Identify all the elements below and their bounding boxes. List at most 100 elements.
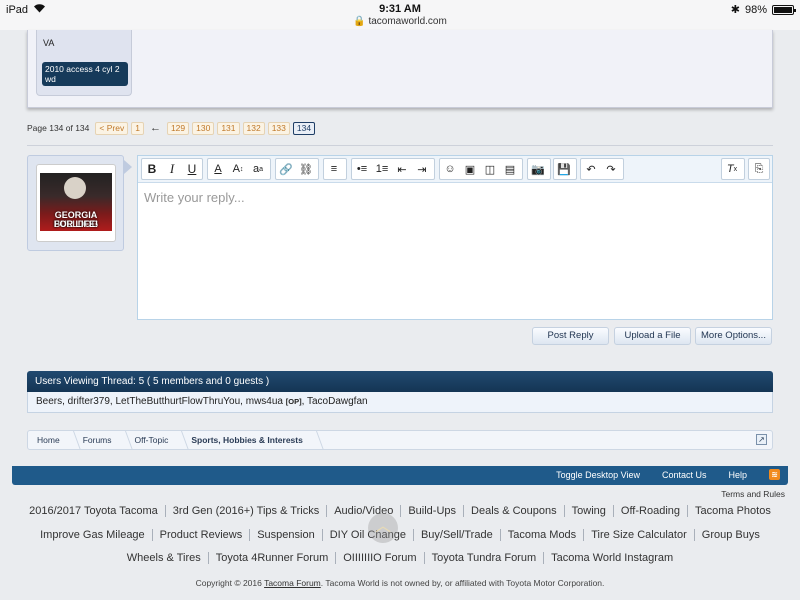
page-link[interactable]: 132 <box>242 121 265 135</box>
clock: 9:31 AM <box>379 3 421 15</box>
font-family-icon[interactable]: aa <box>248 159 268 179</box>
viewer-names[interactable]: Beers, drifter379, LetTheButthurtFlowThr… <box>36 396 283 407</box>
bluetooth-icon: ✱ <box>730 4 740 16</box>
upload-file-button[interactable]: Upload a File <box>614 327 691 345</box>
media-icon[interactable]: ◫ <box>480 159 500 179</box>
numbered-list-icon[interactable]: 1≡ <box>372 159 392 179</box>
list-group: •≡ 1≡ ⇤ ⇥ <box>351 158 435 180</box>
quote-icon[interactable]: ▤ <box>500 159 520 179</box>
clear-format-group: Tx <box>721 158 745 180</box>
align-left-icon[interactable]: ≡ <box>324 159 344 179</box>
camera-icon[interactable]: 📷 <box>528 159 548 179</box>
save-draft-icon[interactable]: 💾 <box>554 159 574 179</box>
editor-toolbar: B I U A A ↕ aa 🔗 ⛓ ≡ •≡ 1≡ ⇤ ⇥ ☺ ▣ ◫ ▤ 📷… <box>138 156 772 183</box>
indent-icon[interactable]: ⇥ <box>412 159 432 179</box>
footer-link[interactable]: OIIIIIIIO Forum <box>335 552 423 564</box>
user-location: VA <box>43 38 55 48</box>
remove-format-icon[interactable]: Tx <box>722 159 742 179</box>
user-vehicle-ribbon: 2010 access 4 cyl 2 wd <box>42 62 128 86</box>
page-link-first[interactable]: 1 <box>131 121 144 135</box>
page-link[interactable]: 129 <box>166 121 190 135</box>
footer-link[interactable]: Tire Size Calculator <box>583 529 694 541</box>
footer-link[interactable]: Off-Roading <box>612 505 687 517</box>
footer-link[interactable]: Toyota 4Runner Forum <box>207 552 336 564</box>
footer-link[interactable]: Tacoma World Instagram <box>543 552 680 564</box>
arrow-left-icon[interactable]: ← <box>150 122 161 134</box>
bullet-list-icon[interactable]: •≡ <box>352 159 372 179</box>
address-domain[interactable]: 🔒 tacomaworld.com <box>0 16 800 27</box>
footer-bar: Toggle Desktop View Contact Us Help ≋ <box>12 466 788 485</box>
avatar-text-line2: FOR LIFE! <box>54 219 98 229</box>
footer-link[interactable]: Toyota Tundra Forum <box>423 552 544 564</box>
op-badge: [OP] <box>285 397 302 406</box>
bulldog-icon <box>64 177 86 199</box>
footer-link[interactable]: 2016/2017 Toyota Tacoma <box>22 505 165 517</box>
footer-nav-row-3: Wheels & Tires Toyota 4Runner Forum OIII… <box>0 552 800 564</box>
footer-link[interactable]: 3rd Gen (2016+) Tips & Tricks <box>164 505 326 517</box>
undo-icon[interactable]: ↶ <box>581 159 601 179</box>
footer-link[interactable]: Build-Ups <box>400 505 463 517</box>
page-navigation: Page 134 of 134 < Prev 1 ← 129 130 131 1… <box>27 120 316 136</box>
breadcrumb-home[interactable]: Home <box>28 431 74 449</box>
breadcrumb-off-topic[interactable]: Off-Topic <box>126 431 183 449</box>
footer-link[interactable]: Buy/Sell/Trade <box>412 529 500 541</box>
footer-link[interactable]: Tacoma Photos <box>687 505 778 517</box>
footer-link[interactable]: Product Reviews <box>151 529 250 541</box>
smilie-icon[interactable]: ☺ <box>440 159 460 179</box>
reply-textarea[interactable]: Write your reply... <box>144 190 245 205</box>
format-group: B I U <box>141 158 203 180</box>
avatar[interactable]: GEORGIA BULLDOG FOR LIFE! <box>36 164 116 242</box>
rss-icon[interactable]: ≋ <box>769 469 780 480</box>
underline-button[interactable]: U <box>182 159 202 179</box>
insert-group: ☺ ▣ ◫ ▤ <box>439 158 523 180</box>
unlink-icon[interactable]: ⛓ <box>296 159 316 179</box>
current-page: 134 <box>292 121 316 135</box>
page-link[interactable]: 131 <box>217 121 240 135</box>
page-link[interactable]: 130 <box>192 121 215 135</box>
users-viewing-list: Beers, drifter379, LetTheButthurtFlowThr… <box>27 392 773 413</box>
reply-avatar-box: GEORGIA BULLDOG FOR LIFE! <box>27 155 124 251</box>
avatar-pointer <box>124 160 132 174</box>
history-group: ↶ ↷ <box>580 158 624 180</box>
footer-link[interactable]: Tacoma Mods <box>499 529 583 541</box>
link-icon[interactable]: 🔗 <box>276 159 296 179</box>
terms-link[interactable]: Terms and Rules <box>721 489 785 499</box>
italic-button[interactable]: I <box>162 159 182 179</box>
tacoma-forum-link[interactable]: Tacoma Forum <box>264 578 321 588</box>
outdent-icon[interactable]: ⇤ <box>392 159 412 179</box>
footer-link[interactable]: Group Buys <box>693 529 767 541</box>
font-size-icon[interactable]: A ↕ <box>228 159 248 179</box>
contact-link[interactable]: Contact Us <box>662 470 707 480</box>
toggle-bbcode-icon[interactable]: ⎘ <box>749 159 769 179</box>
redo-icon[interactable]: ↷ <box>601 159 621 179</box>
page-link[interactable]: 133 <box>267 121 290 135</box>
help-link[interactable]: Help <box>728 470 747 480</box>
more-options-button[interactable]: More Options... <box>695 327 772 345</box>
font-color-icon[interactable]: A <box>208 159 228 179</box>
previous-post: VA 2010 access 4 cyl 2 wd <box>27 30 773 108</box>
toggle-desktop-link[interactable]: Toggle Desktop View <box>556 470 640 480</box>
prev-page-link[interactable]: < Prev <box>95 121 129 135</box>
footer-link[interactable]: Towing <box>563 505 613 517</box>
footer-link[interactable]: Wheels & Tires <box>120 552 208 564</box>
ios-status-bar: iPad 9:31 AM 🔒 tacomaworld.com ✱ 98% <box>0 0 800 30</box>
bbcode-group: ⎘ <box>748 158 770 180</box>
post-reply-button[interactable]: Post Reply <box>532 327 609 345</box>
reply-editor: B I U A A ↕ aa 🔗 ⛓ ≡ •≡ 1≡ ⇤ ⇥ ☺ ▣ ◫ ▤ 📷… <box>137 155 773 320</box>
scroll-to-top-icon[interactable]: ︿ <box>368 513 398 543</box>
image-icon[interactable]: ▣ <box>460 159 480 179</box>
footer-link[interactable]: Suspension <box>249 529 322 541</box>
align-group: ≡ <box>323 158 347 180</box>
bold-button[interactable]: B <box>142 159 162 179</box>
footer-link[interactable]: Deals & Coupons <box>463 505 564 517</box>
camera-group: 📷 <box>527 158 551 180</box>
breadcrumb-forums[interactable]: Forums <box>74 431 126 449</box>
post-user-info: VA 2010 access 4 cyl 2 wd <box>36 30 132 96</box>
avatar-image: GEORGIA BULLDOG FOR LIFE! <box>40 173 112 231</box>
viewer-names-tail[interactable]: , TacoDawgfan <box>302 396 368 407</box>
jump-to-icon[interactable]: ↗ <box>756 434 767 445</box>
footer-link[interactable]: Improve Gas Mileage <box>33 529 152 541</box>
breadcrumb-current[interactable]: Sports, Hobbies & Interests <box>182 431 316 449</box>
divider <box>27 145 773 146</box>
battery-percent: 98% <box>744 3 767 16</box>
